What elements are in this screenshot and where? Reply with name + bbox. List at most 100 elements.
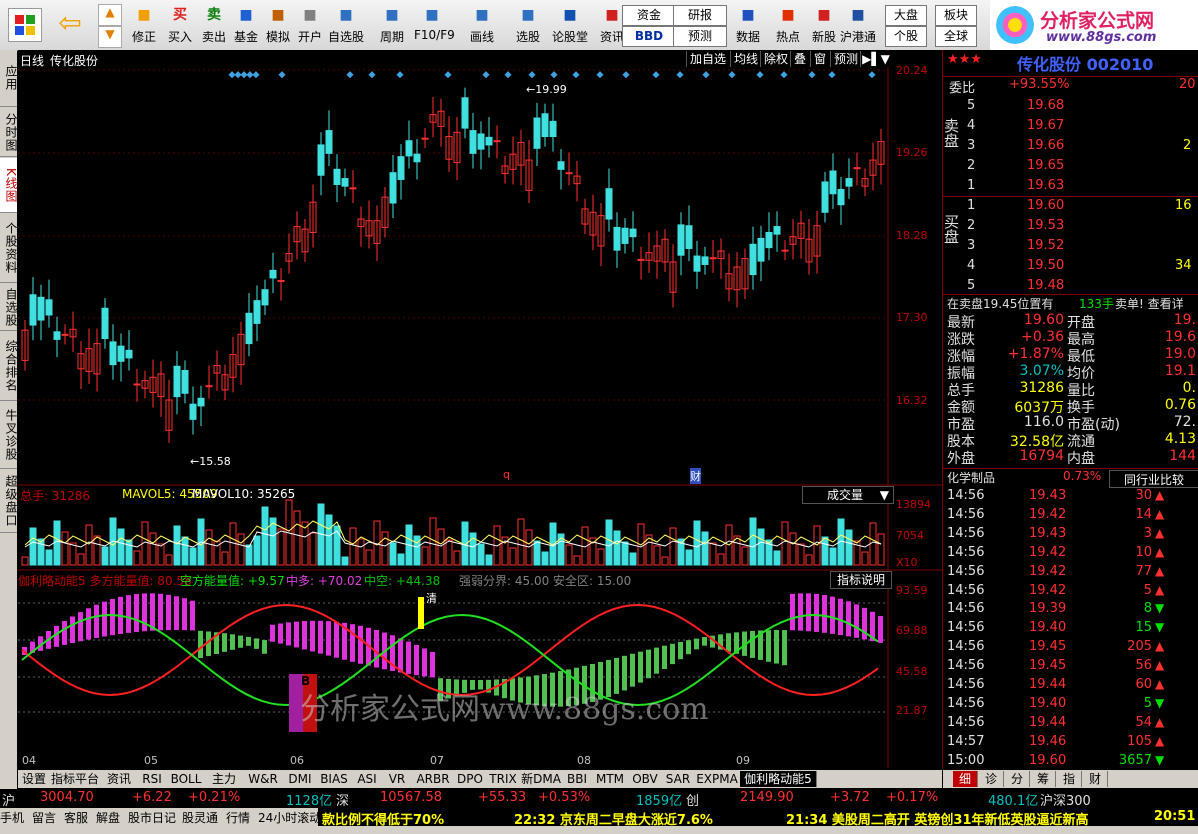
chart-top-button-4[interactable]: 窗 xyxy=(810,51,830,67)
toolbar-refresh-button[interactable]: ■ 修正 xyxy=(126,2,162,48)
indicator-tab-20[interactable]: 伽利略动能5 xyxy=(740,771,817,787)
app-menu-icon[interactable] xyxy=(8,8,42,42)
gegu-button[interactable]: 个股 xyxy=(885,26,927,47)
indicator-tab-10[interactable]: VR xyxy=(382,771,413,787)
favorite-stars-icon[interactable]: ★★★ xyxy=(947,52,982,67)
sell-level-row[interactable]: 1 19.63 xyxy=(943,178,1198,197)
chart-top-button-1[interactable]: 均线 xyxy=(730,51,762,67)
chart-top-button-2[interactable]: 除权 xyxy=(760,51,792,67)
status-item-6[interactable]: 行情 xyxy=(226,809,250,826)
sell-level-row[interactable]: 5 19.68 xyxy=(943,98,1198,117)
sell-level-row[interactable]: 3 19.66 2 xyxy=(943,138,1198,157)
buy-level-row[interactable]: 2 19.53 xyxy=(943,218,1198,237)
left-tab-6[interactable]: 牛叉诊股 xyxy=(0,402,18,469)
toolbar-new-stock-button[interactable]: ■ 新股 xyxy=(806,2,842,48)
indicator-tab-15[interactable]: BBI xyxy=(562,771,593,787)
indicator-selector[interactable]: 成交量 ▼ xyxy=(802,486,894,504)
left-tab-7[interactable]: 超级盘口 xyxy=(0,470,18,533)
dapan-button[interactable]: 大盘 xyxy=(885,5,927,26)
event-marker-q[interactable]: q xyxy=(503,468,510,481)
indicator-tab-8[interactable]: BIAS xyxy=(316,771,353,787)
toolbar-flame-button[interactable]: ■ 热点 xyxy=(770,2,806,48)
status-item-3[interactable]: 解盘 xyxy=(96,809,120,826)
toolbar-lock-button[interactable]: ■ 开户 xyxy=(292,2,328,48)
right-tab-3[interactable]: 筹 xyxy=(1031,771,1056,787)
kline-chart-svg[interactable] xyxy=(18,50,942,768)
indicator-tab-0[interactable]: 设置 xyxy=(18,771,51,787)
yanbao-button[interactable]: 研报 xyxy=(673,5,727,26)
industry-row[interactable]: 化学制品 0.73% 同行业比较 xyxy=(943,468,1198,488)
indicator-tab-18[interactable]: SAR xyxy=(662,771,695,787)
toolbar-fund-button[interactable]: ■ 基金 xyxy=(228,2,264,48)
indicator-tab-14[interactable]: 新DMA xyxy=(520,771,563,787)
hs300-label[interactable]: 沪深300 xyxy=(1040,790,1091,809)
indicator-tab-4[interactable]: BOLL xyxy=(166,771,207,787)
chart-top-button-5[interactable]: 预测 xyxy=(830,51,862,67)
bankuai-button[interactable]: 板块 xyxy=(935,5,977,26)
cy-label[interactable]: 创 xyxy=(686,790,699,809)
indicator-tab-6[interactable]: W&R xyxy=(242,771,285,787)
left-tab-0[interactable]: 应用 xyxy=(0,50,18,107)
status-item-2[interactable]: 客服 xyxy=(64,809,88,826)
indicator-tab-9[interactable]: ASI xyxy=(352,771,383,787)
buy-level-row[interactable]: 4 19.50 34 xyxy=(943,258,1198,277)
event-marker-finance[interactable]: 财 xyxy=(690,468,701,484)
quanqiu-button[interactable]: 全球 xyxy=(935,26,977,47)
bbd-button[interactable]: BBD xyxy=(622,26,676,47)
toolbar-pe-button[interactable]: ■ 数据 xyxy=(730,2,766,48)
toolbar-sell-button[interactable]: 卖卖出 xyxy=(196,2,232,48)
status-item-7[interactable]: 24小时滚动 xyxy=(258,809,321,826)
buy-level-row[interactable]: 3 19.52 xyxy=(943,238,1198,257)
up-arrow-icon[interactable]: ▲ xyxy=(98,4,122,26)
indicator-tab-17[interactable]: OBV xyxy=(628,771,663,787)
status-item-5[interactable]: 股灵通 xyxy=(182,809,218,826)
indicator-tab-12[interactable]: DPO xyxy=(454,771,487,787)
buy-level-row[interactable]: 1 19.60 16 xyxy=(943,198,1198,217)
order-notice[interactable]: 在卖盘19.45位置有 133手 卖单! 查看详 xyxy=(943,294,1198,314)
indicator-help-button[interactable]: 指标说明 xyxy=(830,571,892,589)
chart-top-button-3[interactable]: 叠 xyxy=(790,51,810,67)
toolbar-star-folder-button[interactable]: ■ 自选股 xyxy=(328,2,364,48)
zijin-button[interactable]: 资金 xyxy=(622,5,676,26)
toolbar-f10-button[interactable]: ■ F10/F9 xyxy=(414,2,455,48)
left-tab-2[interactable]: K线图 xyxy=(0,158,18,213)
news-ticker[interactable]: 款比例不得低于70% 22:32 京东周二早盘大涨近7.6% 21:34 美股周… xyxy=(318,808,1198,826)
indicator-tab-3[interactable]: RSI xyxy=(138,771,167,787)
indicator-tab-5[interactable]: 主力 xyxy=(206,771,243,787)
chart-top-button-0[interactable]: 加自选 xyxy=(686,51,730,67)
down-arrow-icon[interactable]: ▼ xyxy=(98,26,122,48)
indicator-tab-1[interactable]: 指标平台 xyxy=(50,771,101,787)
status-item-0[interactable]: 手机 xyxy=(0,809,24,826)
left-tab-3[interactable]: 个股资料 xyxy=(0,214,18,283)
left-tab-5[interactable]: 综合排名 xyxy=(0,332,18,401)
indicator-tab-11[interactable]: ARBR xyxy=(412,771,455,787)
toolbar-select-stock-button[interactable]: ■ 选股 xyxy=(510,2,546,48)
indicator-tab-7[interactable]: DMI xyxy=(284,771,317,787)
right-tab-1[interactable]: 诊 xyxy=(979,771,1004,787)
toolbar-hk-button[interactable]: ■ 沪港通 xyxy=(840,2,876,48)
sell-level-row[interactable]: 4 19.67 xyxy=(943,118,1198,137)
toolbar-pencil-button[interactable]: ■ 画线 xyxy=(464,2,500,48)
left-tab-4[interactable]: 自选股 xyxy=(0,284,18,331)
indicator-tab-16[interactable]: MTM xyxy=(592,771,629,787)
period-label[interactable]: 日线 xyxy=(20,52,44,69)
status-item-1[interactable]: 留言 xyxy=(32,809,56,826)
expand-button[interactable]: ▶▌▼ xyxy=(860,51,891,67)
back-arrow-icon[interactable]: ⇦ xyxy=(52,8,88,40)
right-tab-4[interactable]: 指 xyxy=(1057,771,1082,787)
sh-label[interactable]: 沪 xyxy=(2,790,15,809)
left-tab-1[interactable]: 分时图 xyxy=(0,108,18,157)
right-tab-0[interactable]: 细 xyxy=(953,771,978,787)
right-tab-2[interactable]: 分 xyxy=(1005,771,1030,787)
indicator-tab-19[interactable]: EXPMA xyxy=(694,771,741,787)
yuce-button[interactable]: 预测 xyxy=(673,26,727,47)
toolbar-forum-button[interactable]: ■ 论股堂 xyxy=(552,2,588,48)
toolbar-clock-button[interactable]: ■ 周期 xyxy=(374,2,410,48)
toolbar-hammer-button[interactable]: ■ 模拟 xyxy=(260,2,296,48)
status-item-4[interactable]: 股市日记 xyxy=(128,809,176,826)
toolbar-buy-button[interactable]: 买买入 xyxy=(162,2,198,48)
sz-label[interactable]: 深 xyxy=(336,790,349,809)
right-tab-5[interactable]: 财 xyxy=(1083,771,1108,787)
indicator-tab-13[interactable]: TRIX xyxy=(486,771,521,787)
sell-level-row[interactable]: 2 19.65 xyxy=(943,158,1198,177)
